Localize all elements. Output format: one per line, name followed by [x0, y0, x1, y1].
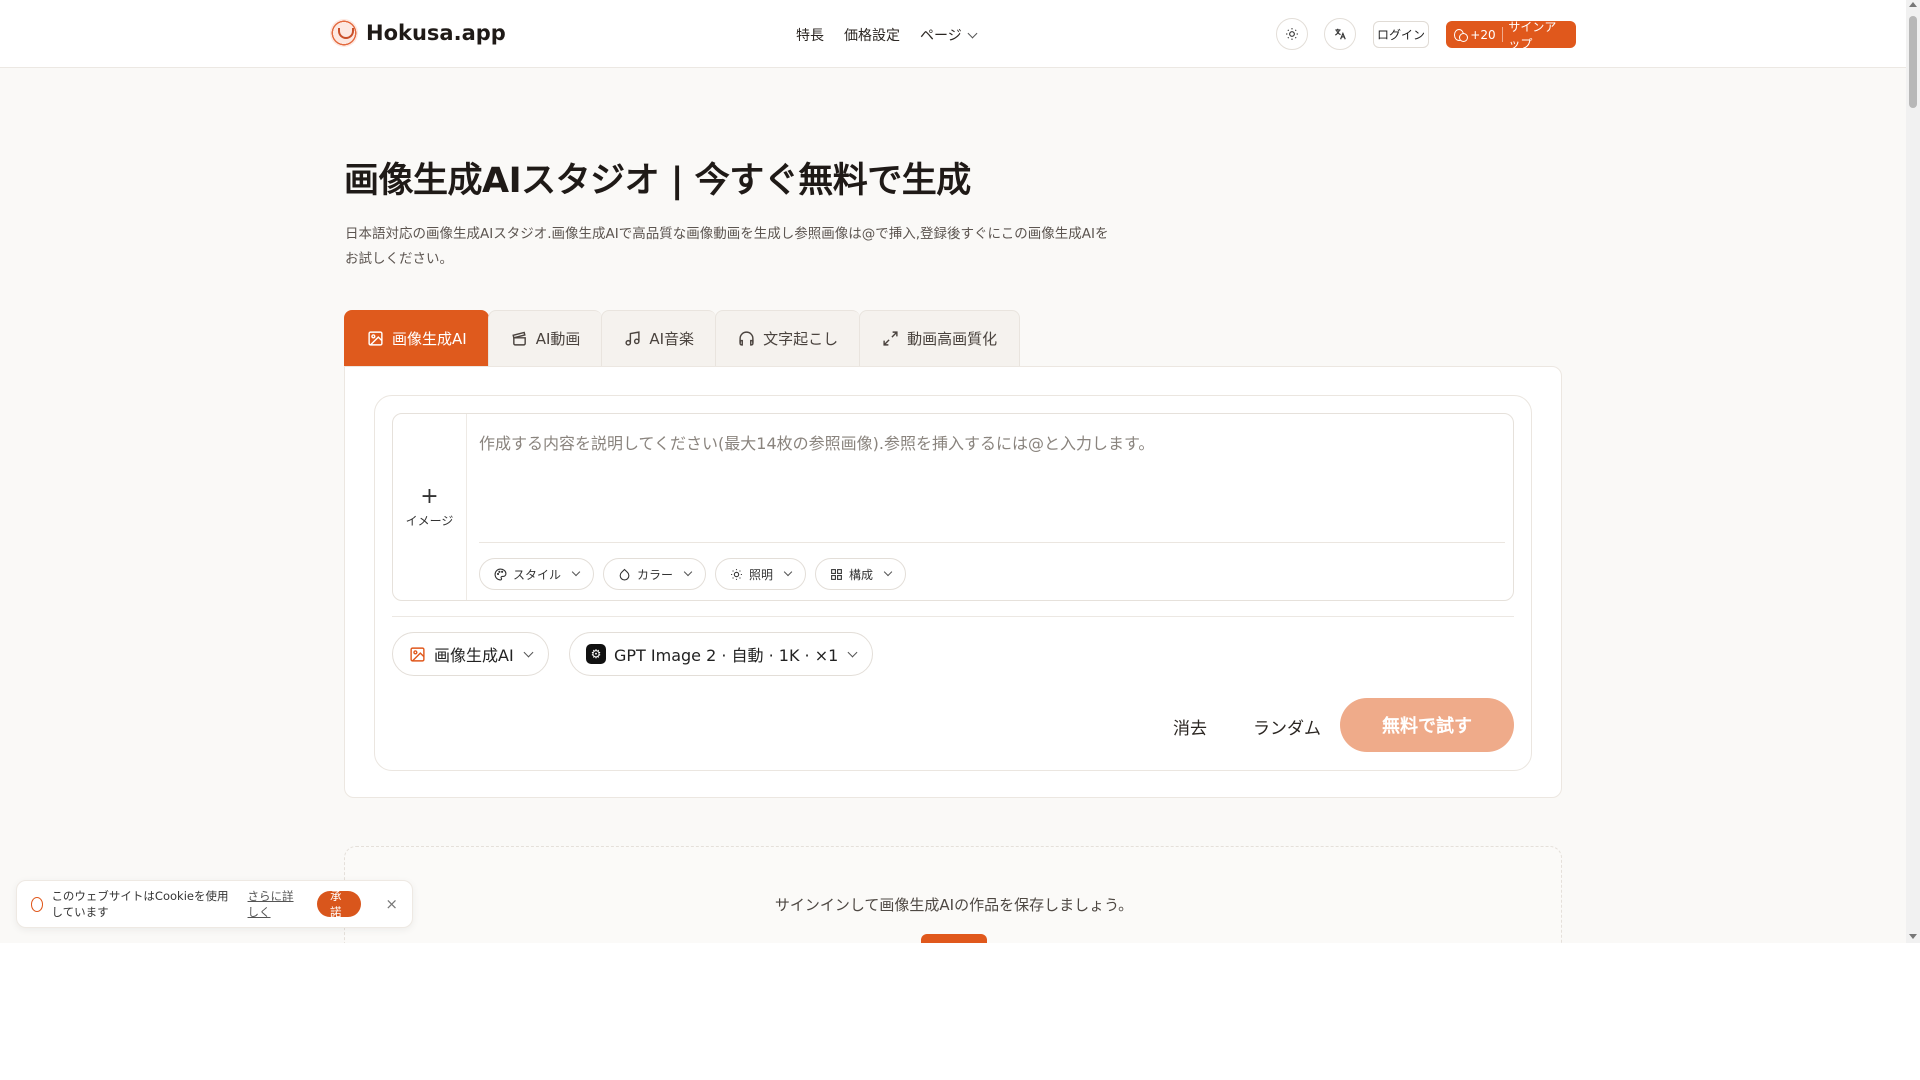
tab-label: 動画高画質化 — [907, 330, 998, 348]
add-image-label: イメージ — [405, 513, 454, 528]
add-image-button[interactable]: + イメージ — [393, 414, 467, 600]
tab-image-ai[interactable]: 画像生成AI — [344, 310, 489, 367]
divider — [479, 542, 1505, 543]
main-nav: 特長 価格設定 ページ — [796, 25, 978, 45]
expand-icon — [882, 330, 899, 347]
nav-item-pages-label: ページ — [920, 28, 962, 44]
cookie-icon — [31, 896, 44, 912]
cookie-banner: このウェブサイトはCookieを使用しています さらに詳しく 承諾 × — [16, 880, 413, 928]
lighting-chip[interactable]: 照明 — [715, 558, 807, 590]
tab-label: 画像生成AI — [392, 330, 467, 348]
tool-tabs: 画像生成AI AI動画 AI音楽 文字起こし 動画高画質化 — [344, 310, 1021, 367]
tab-label: AI動画 — [535, 330, 581, 348]
page-viewport: Hokusa.app 特長 価格設定 ページ ログイン +20 サインアップ 画… — [0, 0, 1906, 943]
image-icon — [367, 330, 384, 347]
tab-ai-video[interactable]: AI動画 — [487, 310, 603, 367]
plus-icon: + — [420, 483, 439, 509]
model-label: GPT Image 2 · 自動 · 1K · ×1 — [614, 646, 839, 665]
scrollbar-thumb[interactable] — [1909, 16, 1917, 108]
divider — [1501, 27, 1503, 42]
chevron-down-icon — [847, 647, 858, 657]
chevron-down-icon — [967, 28, 978, 38]
style-chip[interactable]: スタイル — [479, 558, 595, 590]
cookie-text: このウェブサイトはCookieを使用しています — [51, 889, 229, 919]
mode-select[interactable]: 画像生成AI — [392, 632, 549, 676]
tab-ai-music[interactable]: AI音楽 — [601, 310, 717, 367]
tab-transcription[interactable]: 文字起こし — [715, 310, 861, 367]
close-icon[interactable]: × — [385, 895, 398, 913]
translate-icon — [1335, 28, 1346, 40]
grid-icon — [831, 568, 842, 580]
chip-label: スタイル — [513, 567, 562, 582]
chevron-down-icon — [783, 567, 793, 577]
chip-label: 照明 — [749, 567, 774, 582]
nav-item-features[interactable]: 特長 — [796, 25, 824, 45]
language-button[interactable] — [1324, 18, 1356, 50]
page-description: 日本語対応の画像生成AIスタジオ.画像生成AIで高品質な画像動画を生成し参照画像… — [345, 226, 1109, 267]
logo[interactable]: Hokusa.app — [330, 19, 506, 47]
droplet-icon — [619, 568, 630, 580]
logo-icon — [330, 19, 358, 47]
coins-icon — [1454, 28, 1469, 42]
mode-label: 画像生成AI — [434, 646, 514, 665]
music-icon — [624, 330, 641, 347]
try-free-button[interactable]: 無料で試す — [1340, 698, 1514, 752]
clapperboard-icon — [511, 330, 528, 347]
prompt-box: + イメージ 作成する内容を説明してください(最大14枚の参照画像).参照を挿入… — [392, 413, 1514, 601]
page-title: 画像生成AIスタジオ | 今すぐ無料で生成 — [344, 161, 971, 201]
tab-video-upscale[interactable]: 動画高画質化 — [859, 310, 1021, 367]
scroll-up-arrow-icon[interactable] — [1909, 2, 1917, 7]
random-button[interactable]: ランダム — [1253, 714, 1321, 739]
top-header: Hokusa.app 特長 価格設定 ページ ログイン +20 サインアップ — [0, 0, 1906, 68]
generator-card: + イメージ 作成する内容を説明してください(最大14枚の参照画像).参照を挿入… — [344, 366, 1562, 798]
divider — [392, 616, 1514, 617]
chevron-down-icon — [883, 567, 893, 577]
app-name: Hokusa.app — [366, 21, 506, 45]
signin-panel: サインインして画像生成AIの作品を保存しましょう。 サインイン — [344, 846, 1562, 943]
login-button[interactable]: ログイン — [1373, 21, 1429, 48]
prompt-input[interactable]: 作成する内容を説明してください(最大14枚の参照画像).参照を挿入するには@と入… — [479, 430, 1154, 454]
theme-toggle-button[interactable] — [1276, 18, 1308, 50]
openai-icon: ⚙ — [586, 644, 606, 664]
model-select[interactable]: ⚙ GPT Image 2 · 自動 · 1K · ×1 — [569, 632, 874, 676]
chip-label: 構成 — [849, 567, 874, 582]
nav-item-pages[interactable]: ページ — [920, 25, 978, 45]
signin-prompt: サインインして画像生成AIの作品を保存しましょう。 — [774, 896, 1134, 914]
page-scrollbar[interactable] — [1906, 0, 1920, 943]
signin-button[interactable]: サインイン — [921, 934, 987, 943]
cookie-learn-more-link[interactable]: さらに詳しく — [248, 888, 303, 920]
signup-label: サインアップ — [1508, 19, 1557, 51]
credits-label: +20 — [1470, 27, 1496, 42]
signup-button[interactable]: +20 サインアップ — [1446, 20, 1576, 51]
tab-label: 文字起こし — [763, 330, 839, 348]
generator-panel: + イメージ 作成する内容を説明してください(最大14枚の参照画像).参照を挿入… — [374, 395, 1532, 771]
tab-label: AI音楽 — [649, 330, 695, 348]
cookie-accept-button[interactable]: 承諾 — [316, 889, 362, 919]
scroll-down-arrow-icon[interactable] — [1909, 934, 1917, 939]
chevron-down-icon — [683, 567, 693, 577]
headphones-icon — [738, 330, 755, 347]
sun-icon — [1286, 28, 1298, 40]
nav-item-pricing[interactable]: 価格設定 — [844, 25, 900, 45]
chevron-down-icon — [523, 647, 534, 657]
prompt-chips: スタイル カラー 照明 構成 — [479, 558, 907, 590]
image-icon — [410, 646, 425, 662]
chip-label: カラー — [637, 567, 674, 582]
chevron-down-icon — [571, 567, 581, 577]
composition-chip[interactable]: 構成 — [815, 558, 907, 590]
sun-icon — [731, 568, 742, 580]
clear-button[interactable]: 消去 — [1173, 714, 1207, 739]
color-chip[interactable]: カラー — [603, 558, 707, 590]
palette-icon — [494, 568, 507, 580]
